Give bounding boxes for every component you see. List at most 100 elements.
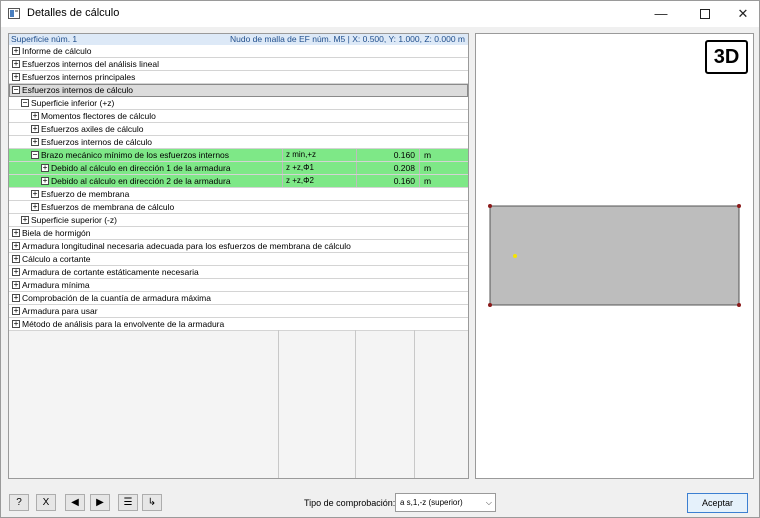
maximize-button[interactable]: [685, 1, 725, 27]
tree-row-label: Cálculo a cortante: [22, 254, 91, 264]
column-divider: [355, 330, 356, 478]
tree-row-label: Esfuerzos internos de cálculo: [41, 137, 153, 147]
expand-icon[interactable]: +: [12, 229, 20, 237]
expand-icon[interactable]: +: [12, 255, 20, 263]
expand-icon[interactable]: +: [12, 242, 20, 250]
tree-row[interactable]: + Superficie superior (-z): [9, 214, 468, 227]
expand-icon[interactable]: +: [12, 307, 20, 315]
tree-row[interactable]: + Esfuerzos de membrana de cálculo: [9, 201, 468, 214]
surface-rectangle: [489, 205, 740, 306]
excel-icon[interactable]: X: [36, 494, 56, 511]
expand-icon[interactable]: +: [12, 60, 20, 68]
expand-icon[interactable]: +: [31, 125, 39, 133]
tree-row[interactable]: + Debido al cálculo en dirección 2 de la …: [9, 175, 468, 188]
expand-icon[interactable]: +: [12, 320, 20, 328]
expand-icon[interactable]: +: [12, 281, 20, 289]
node-marker: [737, 303, 741, 307]
maximize-icon: [700, 9, 710, 19]
node-location: Nudo de malla de EF núm. M5 | X: 0.500, …: [230, 34, 465, 44]
previous-icon[interactable]: ◀: [65, 494, 85, 511]
expand-icon[interactable]: +: [12, 294, 20, 302]
footer-bar: ? X ◀ ▶ ☰ ↳ Tipo de comprobación: a s,1,-z (s…: [1, 485, 759, 517]
tree-row-label: Esfuerzos internos de cálculo: [22, 85, 134, 95]
tree-row[interactable]: + Informe de cálculo: [9, 45, 468, 58]
expand-icon[interactable]: +: [31, 112, 39, 120]
surface-graphic: [488, 204, 741, 307]
tree-row[interactable]: + Esfuerzos internos del análisis lineal: [9, 58, 468, 71]
minimize-button[interactable]: —: [641, 1, 681, 27]
chevron-down-icon: ⌵: [485, 498, 492, 507]
expand-icon[interactable]: +: [41, 177, 49, 185]
tree-row-label: Superficie superior (-z): [31, 215, 117, 225]
node-marker: [737, 204, 741, 208]
expand-icon[interactable]: +: [41, 164, 49, 172]
tree-row[interactable]: + Armadura de cortante estáticamente nece…: [9, 266, 468, 279]
tree-empty-area: [9, 330, 468, 478]
expand-icon[interactable]: +: [12, 268, 20, 276]
column-divider: [278, 330, 279, 478]
details-window: Detalles de cálculo — ✕ Superficie núm. …: [0, 0, 760, 518]
tree-row[interactable]: + Esfuerzos internos de cálculo: [9, 136, 468, 149]
tree-row[interactable]: + Esfuerzo de membrana: [9, 188, 468, 201]
tree-row[interactable]: + Esfuerzos axiles de cálculo: [9, 123, 468, 136]
accept-button[interactable]: Aceptar: [687, 493, 748, 513]
tree-row[interactable]: − Brazo mecánico mínimo de los esfuerzos …: [9, 149, 468, 162]
close-button[interactable]: ✕: [723, 1, 760, 27]
graphics-view[interactable]: 3D: [475, 33, 754, 479]
expand-icon[interactable]: +: [12, 73, 20, 81]
tree-row[interactable]: + Cálculo a cortante: [9, 253, 468, 266]
tree-row[interactable]: + Debido al cálculo en dirección 1 de la …: [9, 162, 468, 175]
row-value: 0.208: [356, 162, 419, 174]
tree-row[interactable]: + Esfuerzos internos principales: [9, 71, 468, 84]
tree-row-label: Armadura de cortante estáticamente neces…: [22, 267, 199, 277]
row-symbol: z +z,Φ2: [282, 175, 356, 187]
tree-row[interactable]: − Superficie inferior (+z): [9, 97, 468, 110]
node-marker: [488, 204, 492, 208]
tree-row[interactable]: + Armadura para usar: [9, 305, 468, 318]
title-bar: Detalles de cálculo — ✕: [1, 1, 759, 27]
tree-row[interactable]: − Esfuerzos internos de cálculo: [9, 84, 468, 97]
help-icon[interactable]: ?: [9, 494, 29, 511]
tree-row-label: Método de análisis para la envolvente de…: [22, 319, 225, 329]
next-icon[interactable]: ▶: [90, 494, 110, 511]
expand-icon[interactable]: +: [12, 47, 20, 55]
surface-title: Superficie núm. 1: [11, 34, 78, 44]
window-title: Detalles de cálculo: [27, 7, 120, 19]
check-type-select[interactable]: a s,1,-z (superior) ⌵: [395, 493, 496, 512]
tree-row[interactable]: + Comprobación de la cuantía de armadura …: [9, 292, 468, 305]
expand-icon[interactable]: +: [21, 216, 29, 224]
tree-row-label: Esfuerzo de membrana: [41, 189, 130, 199]
row-symbol: z +z,Φ1: [282, 162, 356, 174]
row-value: 0.160: [356, 149, 419, 161]
check-type-label: Tipo de comprobación:: [304, 498, 396, 508]
expand-icon[interactable]: +: [31, 138, 39, 146]
tree-row-label: Biela de hormigón: [22, 228, 91, 238]
tree-row-label: Comprobación de la cuantía de armadura m…: [22, 293, 211, 303]
coordinate-icon[interactable]: ↳: [142, 494, 162, 511]
tree-rows: + Informe de cálculo + Esfuerzos internos d…: [9, 45, 468, 331]
row-symbol: z min,+z: [282, 149, 356, 161]
results-tree[interactable]: Superficie núm. 1 Nudo de malla de EF nú…: [8, 33, 469, 479]
tree-header: Superficie núm. 1 Nudo de malla de EF nú…: [9, 34, 468, 45]
collapse-icon[interactable]: −: [21, 99, 29, 107]
check-type-value: a s,1,-z (superior): [400, 498, 463, 507]
list-settings-icon[interactable]: ☰: [118, 494, 138, 511]
expand-icon[interactable]: +: [31, 190, 39, 198]
expand-icon[interactable]: +: [31, 203, 39, 211]
tree-row[interactable]: + Momentos flectores de cálculo: [9, 110, 468, 123]
tree-row-label: Armadura mínima: [22, 280, 90, 290]
tree-row[interactable]: + Armadura mínima: [9, 279, 468, 292]
tree-row[interactable]: + Biela de hormigón: [9, 227, 468, 240]
app-icon: [8, 8, 20, 19]
tree-row-label: Esfuerzos internos del análisis lineal: [22, 59, 160, 69]
collapse-icon[interactable]: −: [31, 151, 39, 159]
tree-row-label: Informe de cálculo: [22, 46, 92, 56]
collapse-icon[interactable]: −: [12, 86, 20, 94]
tree-row-label: Armadura para usar: [22, 306, 98, 316]
tree-row-label: Esfuerzos de membrana de cálculo: [41, 202, 175, 212]
tree-row[interactable]: + Armadura longitudinal necesaria adecuad…: [9, 240, 468, 253]
tree-row-label: Debido al cálculo en dirección 2 de la a…: [51, 176, 231, 186]
row-unit: m: [419, 162, 468, 174]
tree-row-label: Esfuerzos internos principales: [22, 72, 136, 82]
column-divider: [414, 330, 415, 478]
